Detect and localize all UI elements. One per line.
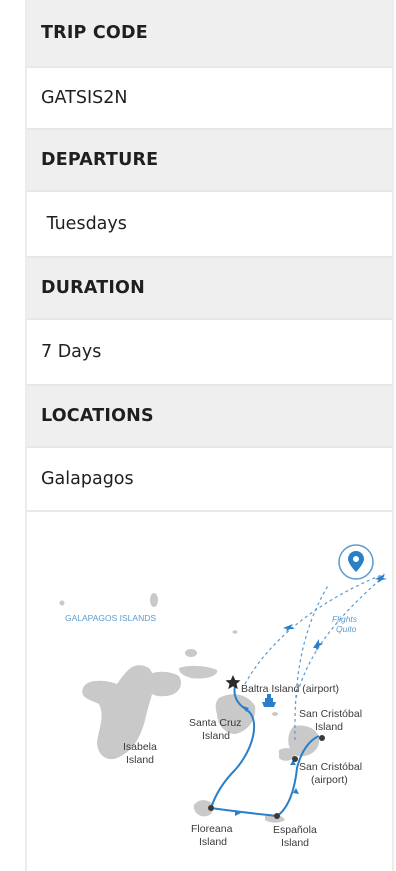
map-title: GALAPAGOS ISLANDS xyxy=(65,613,156,623)
san-cristobal-label: San Cristóbal xyxy=(299,708,362,720)
trip-code-label: TRIP CODE xyxy=(27,0,392,66)
isabela-label-2: Island xyxy=(126,754,154,766)
quito-label: Quito xyxy=(336,624,357,634)
route-map: GALAPAGOS ISLANDS Flights Quito Baltra I… xyxy=(39,520,387,850)
plane-icon xyxy=(283,624,295,632)
locations-value: Galapagos xyxy=(27,446,392,512)
ship-icon xyxy=(262,694,276,707)
baltra-label: Baltra Island (airport) xyxy=(241,683,339,695)
floreana-label-2: Island xyxy=(199,836,227,848)
route-map-svg: GALAPAGOS ISLANDS Flights Quito Baltra I… xyxy=(59,544,387,849)
san-cristobal-airport-label-2: (airport) xyxy=(311,774,348,786)
locations-label: LOCATIONS xyxy=(27,386,392,446)
espanola-label: Española xyxy=(273,824,317,836)
duration-value: 7 Days xyxy=(27,318,392,386)
departure-label: DEPARTURE xyxy=(27,130,392,190)
star-icon xyxy=(225,675,241,690)
flights-label: Flights xyxy=(332,614,358,624)
plane-icon xyxy=(313,639,323,651)
trip-details-panel: TRIP CODE GATSIS2N DEPARTURE Tuesdays DU… xyxy=(25,0,394,871)
plane-icon xyxy=(375,574,387,583)
santa-cruz-label-2: Island xyxy=(202,730,230,742)
santa-cruz-label: Santa Cruz xyxy=(189,717,242,729)
san-cristobal-label-2: Island xyxy=(315,721,343,733)
floreana-label: Floreana xyxy=(191,823,233,835)
san-cristobal-airport-label: San Cristóbal xyxy=(299,761,362,773)
islands-group xyxy=(59,593,320,823)
trip-code-value: GATSIS2N xyxy=(27,66,392,130)
isabela-label: Isabela xyxy=(123,741,157,753)
espanola-label-2: Island xyxy=(281,837,309,849)
location-pin-icon xyxy=(338,544,374,580)
duration-label: DURATION xyxy=(27,258,392,318)
departure-value: Tuesdays xyxy=(27,190,392,258)
plane-icons xyxy=(283,574,387,651)
